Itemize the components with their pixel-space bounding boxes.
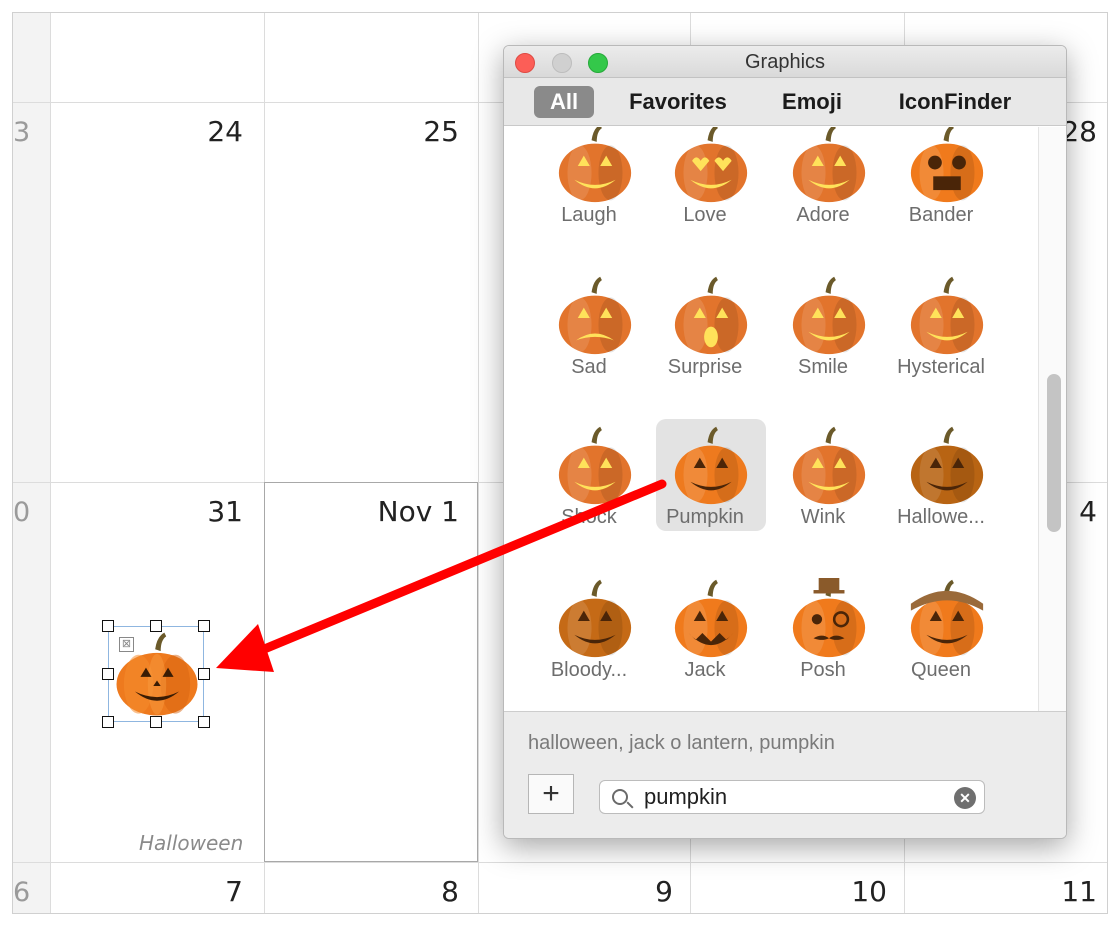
event-label-halloween[interactable]: Halloween bbox=[139, 831, 243, 855]
resize-handle[interactable] bbox=[198, 716, 210, 728]
graphic-item-sad[interactable]: Sad bbox=[534, 269, 644, 419]
vertical-scrollbar[interactable] bbox=[1038, 127, 1066, 711]
day-number[interactable]: 11 bbox=[1061, 875, 1097, 908]
day-number[interactable]: Nov 1 bbox=[378, 495, 459, 528]
plus-icon: + bbox=[542, 777, 560, 810]
graphic-item-label: Pumpkin bbox=[666, 506, 744, 528]
graphic-item-adore[interactable]: Adore bbox=[768, 127, 878, 267]
resize-handle[interactable] bbox=[198, 620, 210, 632]
resize-handle[interactable] bbox=[102, 716, 114, 728]
resize-handle[interactable] bbox=[150, 620, 162, 632]
tab-favorites[interactable]: Favorites bbox=[616, 86, 740, 118]
tab-iconfinder[interactable]: IconFinder bbox=[882, 86, 1028, 118]
graphic-item-label: Bander bbox=[908, 204, 974, 226]
graphic-item-label: Wink bbox=[800, 506, 846, 528]
graphic-item-label: Queen bbox=[910, 659, 972, 681]
resize-handle[interactable] bbox=[198, 668, 210, 680]
tab-emoji[interactable]: Emoji bbox=[770, 86, 854, 118]
graphic-item-label: Smile bbox=[797, 356, 848, 378]
graphics-footer: halloween, jack o lantern, pumpkin + pum… bbox=[504, 711, 1066, 838]
selected-day-cell[interactable] bbox=[264, 482, 478, 862]
week-number: 3 bbox=[13, 117, 31, 148]
selected-item-tags: halloween, jack o lantern, pumpkin bbox=[528, 732, 835, 754]
graphic-item-laugh[interactable]: Laugh bbox=[534, 127, 644, 267]
day-number[interactable]: 31 bbox=[207, 495, 243, 528]
graphic-item-label: Adore bbox=[796, 204, 850, 226]
column-divider bbox=[478, 13, 479, 913]
image-placeholder-icon: ⊠ bbox=[119, 637, 134, 652]
graphic-item-surprise[interactable]: Surprise bbox=[650, 269, 760, 419]
day-number[interactable]: 24 bbox=[207, 115, 243, 148]
resize-handle[interactable] bbox=[150, 716, 162, 728]
graphic-item-bander[interactable]: Bander bbox=[886, 127, 996, 267]
graphic-item-bloody[interactable]: Bloody... bbox=[534, 572, 644, 711]
graphic-item-pumpkin[interactable]: Pumpkin bbox=[650, 419, 766, 569]
search-field[interactable]: pumpkin ✕ bbox=[599, 780, 985, 814]
graphic-item-smile[interactable]: Smile bbox=[768, 269, 878, 419]
graphic-item-label: Jack bbox=[684, 659, 726, 681]
graphic-item-jack[interactable]: Jack bbox=[650, 572, 760, 711]
clear-search-icon[interactable]: ✕ bbox=[954, 787, 976, 809]
window-title: Graphics bbox=[744, 51, 826, 73]
day-number[interactable]: 8 bbox=[441, 875, 459, 908]
graphic-item-label: Sad bbox=[571, 356, 607, 378]
graphic-item-wink[interactable]: Wink bbox=[768, 419, 878, 569]
window-titlebar[interactable]: Graphics bbox=[504, 46, 1066, 78]
graphic-item-posh[interactable]: Posh bbox=[768, 572, 878, 711]
day-number[interactable]: 9 bbox=[655, 875, 673, 908]
graphics-grid: Laugh Love Adore Bander Sad Surprise Smi… bbox=[504, 127, 1066, 711]
graphic-item-hysterical[interactable]: Hysterical bbox=[886, 269, 996, 419]
graphic-item-label: Laugh bbox=[561, 204, 617, 226]
graphic-item-label: Hysterical bbox=[897, 356, 985, 378]
scrollbar-thumb[interactable] bbox=[1047, 374, 1061, 532]
graphic-item-queen[interactable]: Queen bbox=[886, 572, 996, 711]
tab-all[interactable]: All bbox=[534, 86, 594, 118]
day-number[interactable]: 25 bbox=[423, 115, 459, 148]
day-number[interactable]: 4 bbox=[1079, 495, 1097, 528]
placed-pumpkin-graphic[interactable]: ⊠ bbox=[102, 620, 210, 728]
graphic-item-label: Love bbox=[683, 204, 727, 226]
source-tab-bar: All Favorites Emoji IconFinder bbox=[504, 78, 1066, 126]
graphic-item-love[interactable]: Love bbox=[650, 127, 760, 267]
graphic-item-label: Surprise bbox=[667, 356, 743, 378]
week-number: 6 bbox=[13, 877, 31, 908]
week-number: 0 bbox=[13, 497, 31, 528]
week-number-column bbox=[13, 13, 51, 913]
search-icon bbox=[612, 789, 628, 805]
graphic-item-halloween[interactable]: Hallowe... bbox=[886, 419, 996, 569]
day-number[interactable]: 7 bbox=[225, 875, 243, 908]
add-graphic-button[interactable]: + bbox=[528, 774, 574, 814]
row-divider bbox=[13, 862, 1107, 863]
graphics-panel-window: Graphics All Favorites Emoji IconFinder … bbox=[503, 45, 1067, 839]
graphic-item-shock[interactable]: Shock bbox=[534, 419, 644, 569]
search-input-value[interactable]: pumpkin bbox=[644, 784, 727, 810]
graphic-item-label: Shock bbox=[561, 506, 617, 528]
resize-handle[interactable] bbox=[102, 620, 114, 632]
day-number[interactable]: 10 bbox=[851, 875, 887, 908]
graphic-item-label: Bloody... bbox=[550, 659, 628, 681]
resize-handle[interactable] bbox=[102, 668, 114, 680]
graphic-item-label: Posh bbox=[800, 659, 846, 681]
graphic-item-label: Hallowe... bbox=[897, 506, 985, 528]
